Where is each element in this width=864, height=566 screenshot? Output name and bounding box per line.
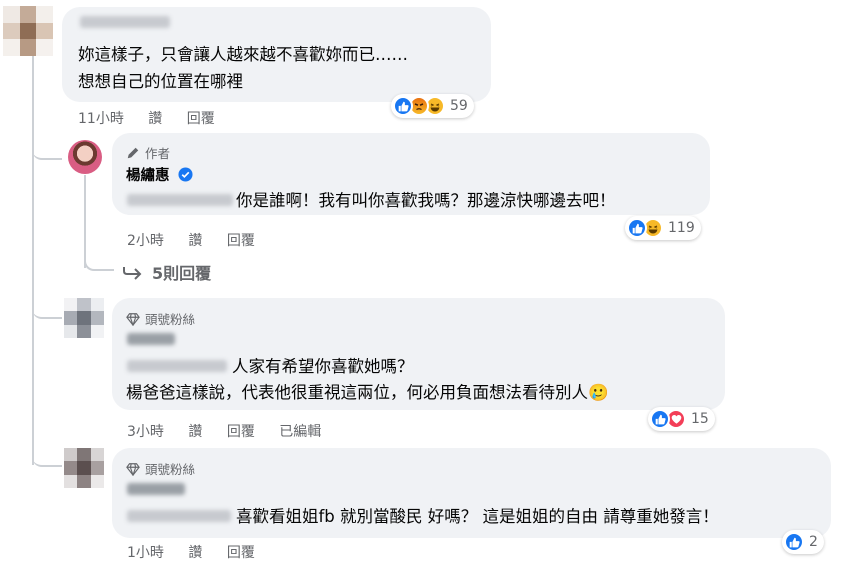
diamond-icon xyxy=(126,462,140,476)
blurred-username[interactable] xyxy=(127,483,185,495)
top-fan-badge: 頭號粉絲 xyxy=(126,309,195,328)
thread-branch-3 xyxy=(32,448,62,467)
reaction-summary[interactable]: 15 xyxy=(648,407,715,431)
blurred-mention[interactable] xyxy=(127,510,231,522)
edited-label[interactable]: 已編輯 xyxy=(279,424,321,440)
reply-button[interactable]: 回覆 xyxy=(187,111,215,127)
reply-button[interactable]: 回覆 xyxy=(227,233,255,249)
timestamp[interactable]: 2小時 xyxy=(127,233,164,249)
thread-branch-1 xyxy=(32,138,62,160)
avatar[interactable] xyxy=(3,6,53,56)
smiling-tear-emoji: 🥲 xyxy=(588,383,609,402)
badge-label: 頭號粉絲 xyxy=(145,462,196,477)
reaction-count: 15 xyxy=(691,411,709,427)
reaction-count: 2 xyxy=(809,534,818,550)
blurred-mention[interactable] xyxy=(127,194,233,206)
reaction-summary[interactable]: 59 xyxy=(391,94,474,118)
like-button[interactable]: 讚 xyxy=(188,545,202,561)
thread-branch-more xyxy=(84,255,114,271)
comment-meta: 3小時 讚 回覆 已編輯 xyxy=(127,421,341,441)
reaction-summary[interactable]: 2 xyxy=(782,530,824,554)
reply-button[interactable]: 回覆 xyxy=(227,424,255,440)
comment-text-line: 喜歡看姐姐fb 就別當酸民 好嗎？ 這是姐姐的自由 請尊重她發言！ xyxy=(236,507,719,526)
like-icon xyxy=(650,409,670,429)
timestamp[interactable]: 3小時 xyxy=(127,424,164,440)
avatar[interactable] xyxy=(64,298,104,338)
pencil-icon xyxy=(127,147,139,158)
timestamp[interactable]: 1小時 xyxy=(127,545,164,561)
avatar[interactable] xyxy=(64,448,104,488)
badge-label: 作者 xyxy=(145,146,171,161)
reply-button[interactable]: 回覆 xyxy=(227,545,255,561)
blurred-username[interactable] xyxy=(127,333,175,345)
author-badge: 作者 xyxy=(126,143,170,162)
reaction-summary[interactable]: 119 xyxy=(625,216,701,240)
comment-text-line: 你是誰啊！我有叫你喜歡我嗎？那邊涼快哪邊去吧！ xyxy=(236,191,616,210)
author-avatar[interactable] xyxy=(68,140,102,174)
verified-icon xyxy=(178,167,193,186)
like-button[interactable]: 讚 xyxy=(148,111,162,127)
reaction-count: 119 xyxy=(668,220,695,236)
comment-text-line: 妳這樣子，只會讓人越來越不喜歡妳而已…… xyxy=(78,45,408,64)
thread-line-main xyxy=(32,55,34,465)
like-button[interactable]: 讚 xyxy=(188,424,202,440)
comment-text-line: 人家有希望你喜歡她嗎？ xyxy=(232,357,414,376)
top-fan-badge: 頭號粉絲 xyxy=(126,459,195,478)
blurred-username[interactable] xyxy=(80,16,170,28)
comment-text-line: 楊爸爸這樣說，代表他很重視這兩位，何必用負面想法看待別人🥲 xyxy=(126,383,609,402)
reaction-count: 59 xyxy=(450,98,468,114)
comment-text-line: 想想自己的位置在哪裡 xyxy=(78,72,243,91)
like-icon xyxy=(784,532,804,552)
author-name[interactable]: 楊繡惠 xyxy=(126,164,193,186)
badge-label: 頭號粉絲 xyxy=(145,312,196,327)
blurred-mention[interactable] xyxy=(127,360,227,372)
view-more-replies-button[interactable]: 5則回覆 xyxy=(122,260,211,284)
diamond-icon xyxy=(126,312,140,326)
like-button[interactable]: 讚 xyxy=(188,233,202,249)
comment-meta: 11小時 讚 回覆 xyxy=(78,108,235,128)
thread-branch-2 xyxy=(32,300,62,319)
like-icon xyxy=(627,218,647,238)
reply-arrow-icon xyxy=(123,267,142,280)
comment-meta: 2小時 讚 回覆 xyxy=(127,230,275,250)
timestamp[interactable]: 11小時 xyxy=(78,111,124,127)
comment-meta: 1小時 讚 回覆 xyxy=(127,542,275,562)
like-icon xyxy=(393,96,413,116)
